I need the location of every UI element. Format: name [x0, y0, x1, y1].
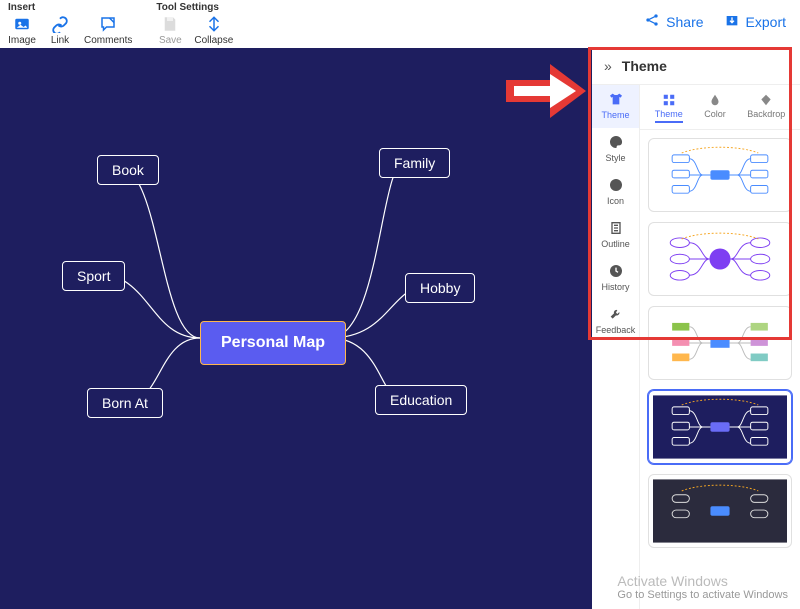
image-icon: [13, 15, 31, 33]
node-sport[interactable]: Sport: [62, 261, 125, 291]
save-button[interactable]: Save: [156, 15, 184, 46]
vtab-history-label: History: [601, 282, 629, 292]
insert-group-label: Insert: [8, 2, 132, 13]
share-icon: [644, 12, 660, 31]
link-label: Link: [51, 35, 69, 46]
comment-icon: [99, 15, 117, 33]
top-toolbar: Insert Image Link Comments Tool Settings…: [0, 0, 800, 48]
vtab-outline[interactable]: Outline: [592, 214, 639, 257]
theme-thumb-4[interactable]: [648, 390, 792, 464]
diamond-icon: [759, 93, 773, 107]
windows-watermark: Activate Windows Go to Settings to activ…: [617, 573, 788, 601]
link-button[interactable]: Link: [46, 15, 74, 46]
share-label: Share: [666, 14, 703, 30]
vtab-icon-label: Icon: [607, 196, 624, 206]
image-label: Image: [8, 35, 36, 46]
vtab-history[interactable]: History: [592, 257, 639, 300]
vtab-theme[interactable]: Theme: [592, 85, 639, 128]
image-button[interactable]: Image: [8, 15, 36, 46]
theme-thumb-3[interactable]: [648, 306, 792, 380]
watermark-line1: Activate Windows: [617, 573, 788, 589]
collapse-button[interactable]: Collapse: [194, 15, 233, 46]
export-icon: [724, 12, 740, 31]
wrench-icon: [608, 306, 624, 322]
collapse-icon: [205, 15, 223, 33]
insert-group: Insert Image Link Comments: [8, 2, 132, 46]
save-icon: [161, 15, 179, 33]
node-born[interactable]: Born At: [87, 388, 163, 418]
watermark-line2: Go to Settings to activate Windows: [617, 589, 788, 601]
subtab-theme[interactable]: Theme: [651, 91, 687, 125]
vtab-style-label: Style: [605, 153, 625, 163]
smile-icon: [608, 177, 624, 193]
vtab-style[interactable]: Style: [592, 128, 639, 171]
clock-icon: [608, 263, 624, 279]
node-hobby[interactable]: Hobby: [405, 273, 475, 303]
outline-icon: [608, 220, 624, 236]
droplet-icon: [708, 93, 722, 107]
subtab-theme-label: Theme: [655, 109, 683, 123]
comments-label: Comments: [84, 35, 132, 46]
node-education[interactable]: Education: [375, 385, 467, 415]
save-label: Save: [159, 35, 182, 46]
comments-button[interactable]: Comments: [84, 15, 132, 46]
theme-content: Theme Color Backdrop: [640, 85, 800, 609]
collapse-panel-button[interactable]: »: [604, 58, 612, 74]
subtab-color-label: Color: [704, 109, 726, 119]
theme-panel: » Theme Theme Style Icon Outline Hist: [592, 48, 800, 609]
shirt-icon: [608, 91, 624, 107]
panel-header: » Theme: [592, 48, 800, 85]
panel-vtabs: Theme Style Icon Outline History Feedbac…: [592, 85, 640, 609]
node-book[interactable]: Book: [97, 155, 159, 185]
tool-group-label: Tool Settings: [156, 2, 233, 13]
palette-icon: [608, 134, 624, 150]
vtab-feedback-label: Feedback: [596, 325, 636, 335]
vtab-feedback[interactable]: Feedback: [592, 300, 639, 343]
link-icon: [51, 15, 69, 33]
subtab-backdrop[interactable]: Backdrop: [743, 91, 789, 125]
panel-title: Theme: [622, 58, 667, 74]
export-label: Export: [746, 14, 786, 30]
subtab-backdrop-label: Backdrop: [747, 109, 785, 119]
theme-thumb-2[interactable]: [648, 222, 792, 296]
theme-thumb-1[interactable]: [648, 138, 792, 212]
node-family[interactable]: Family: [379, 148, 450, 178]
subtab-color[interactable]: Color: [700, 91, 730, 125]
grid-icon: [662, 93, 676, 107]
export-button[interactable]: Export: [724, 12, 786, 31]
node-center[interactable]: Personal Map: [200, 321, 346, 365]
theme-thumb-5[interactable]: [648, 474, 792, 548]
vtab-outline-label: Outline: [601, 239, 630, 249]
theme-subtabs: Theme Color Backdrop: [640, 85, 800, 130]
collapse-label: Collapse: [194, 35, 233, 46]
theme-thumbnails: [640, 130, 800, 556]
vtab-theme-label: Theme: [601, 110, 629, 120]
tool-settings-group: Tool Settings Save Collapse: [156, 2, 233, 46]
share-button[interactable]: Share: [644, 12, 703, 31]
vtab-icon[interactable]: Icon: [592, 171, 639, 214]
